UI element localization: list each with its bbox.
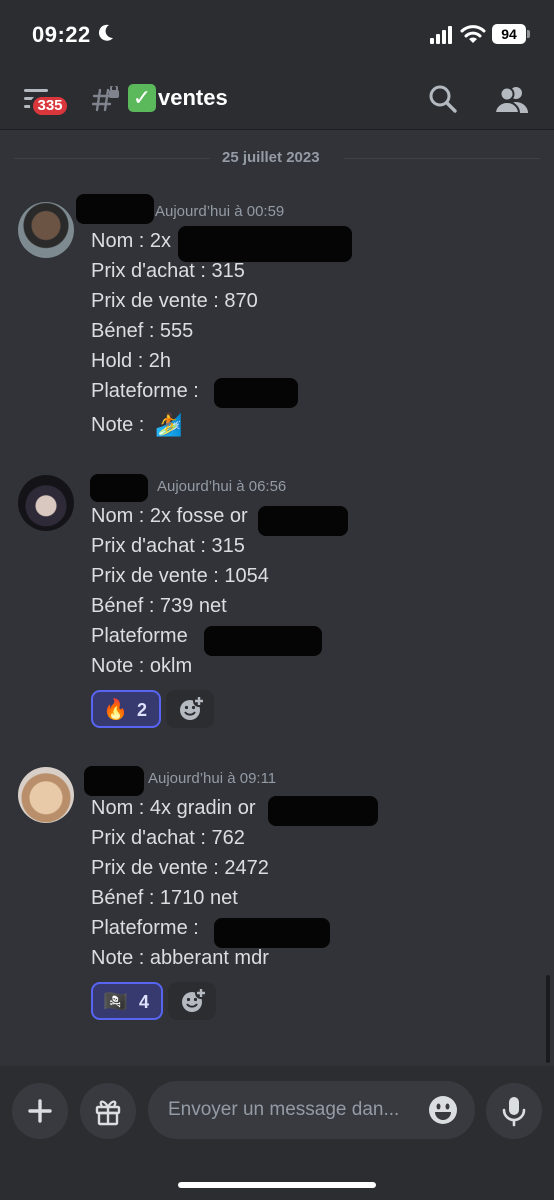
emoji-icon[interactable] [428,1095,458,1125]
signal-icon [430,26,452,44]
message-line: Hold : 2h [91,350,172,372]
message-line: Prix d'achat : 315 [91,535,245,557]
message-line: Bénef : 555 [91,320,194,342]
reaction-count: 4 [139,992,150,1012]
members-icon[interactable] [494,84,528,114]
note-emoji: 🏄 [155,412,183,437]
channel-name[interactable]: ventes [158,85,228,111]
message-line: Prix d'achat : 762 [91,827,245,849]
gift-icon [95,1100,121,1126]
message-line: Plateforme : [91,917,199,939]
date-divider-text: 25 juillet 2023 [222,149,320,166]
microphone-icon [502,1097,526,1127]
wifi-icon [460,25,486,43]
avatar[interactable] [18,767,74,823]
avatar[interactable] [18,202,74,258]
message-input-placeholder: Envoyer un message dan... [168,1099,400,1120]
moon-icon [98,24,113,41]
gift-button[interactable] [80,1083,136,1139]
redacted-text [178,226,352,262]
message-line: Nom : 4x gradin or [91,797,256,819]
message-line: Note : [91,414,145,436]
redacted-text [214,918,330,948]
message-line: Plateforme [91,625,188,647]
timestamp: Aujourd’hui à 06:56 [157,478,287,495]
home-indicator [178,1182,376,1188]
battery-nub [527,30,530,38]
timestamp: Aujourd’hui à 09:11 [148,770,277,787]
message-line: Prix d'achat : 315 [91,260,245,282]
reaction-fire[interactable]: 🔥 2 [91,690,161,728]
username-redacted [84,766,144,796]
status-bar: 09:22 94 [0,0,554,70]
channel-locked-icon [92,86,119,112]
status-time: 09:22 [32,22,91,47]
avatar[interactable] [18,475,74,531]
scrollbar[interactable] [546,975,550,1063]
username-redacted [76,194,154,224]
message-line: Plateforme : [91,380,199,402]
timestamp: Aujourd’hui à 00:59 [155,203,285,220]
voice-button[interactable] [486,1083,542,1139]
unread-badge: 335 [30,94,70,118]
add-reaction-icon [182,987,207,1012]
username-redacted [90,474,148,502]
reaction-emoji: 🏴‍☠️ [103,991,128,1013]
battery-icon: 94 [492,24,526,44]
message: Aujourd’hui à 00:59 Nom : 2x Prix d'acha… [0,194,554,444]
plus-button[interactable] [12,1083,68,1139]
add-reaction-button[interactable] [166,690,214,728]
plus-icon [28,1099,52,1123]
redacted-text [268,796,378,826]
message-line: Bénef : 1710 net [91,887,238,909]
message-line: Prix de vente : 2472 [91,857,269,879]
message: Aujourd’hui à 06:56 Nom : 2x fosse or Pr… [0,470,554,730]
message-line: Note : oklm [91,655,193,677]
redacted-text [258,506,348,536]
message-line: Prix de vente : 870 [91,290,258,312]
add-reaction-button[interactable] [168,982,216,1020]
reaction-emoji: 🔥 [103,699,128,721]
redacted-text [204,626,322,656]
message-line: Note : abberant mdr [91,947,269,969]
message-line: Nom : 2x fosse or [91,505,248,527]
message: Aujourd’hui à 09:11 Nom : 4x gradin or P… [0,762,554,1027]
search-icon[interactable] [428,84,458,114]
reaction-count: 2 [137,700,148,720]
message-line: Nom : 2x [91,230,172,252]
redacted-text [214,378,298,408]
message-line: Prix de vente : 1054 [91,565,269,587]
add-reaction-icon [180,695,205,720]
message-line: Bénef : 739 net [91,595,227,617]
channel-check-emoji: ✓ [128,84,156,112]
reaction-pirate-flag[interactable]: 🏴‍☠️ 4 [91,982,163,1020]
message-input[interactable]: Envoyer un message dan... [148,1081,475,1139]
date-divider: 25 juillet 2023 [0,146,554,170]
channel-header [0,70,554,130]
